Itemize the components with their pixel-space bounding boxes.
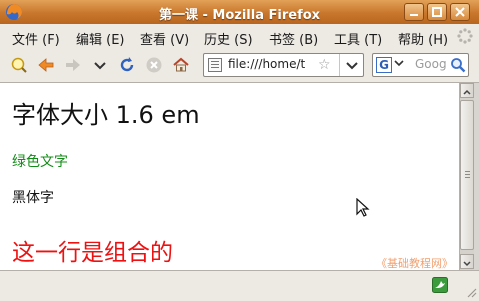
grip-line (465, 177, 470, 178)
maximize-button[interactable] (427, 3, 447, 21)
bookmark-star-icon[interactable] (10, 56, 28, 74)
search-icon[interactable] (450, 57, 466, 73)
status-bar (0, 270, 479, 301)
scroll-up-button[interactable] (460, 83, 474, 98)
menu-edit[interactable]: 编辑 (E) (76, 29, 125, 48)
chevron-down-icon (463, 261, 471, 267)
search-placeholder[interactable]: Goog (415, 57, 449, 71)
page-content: 字体大小 1.6 em 绿色文字 黑体字 这一行是组合的 《基础教程网》 (0, 83, 459, 270)
menu-view[interactable]: 查看 (V) (140, 29, 189, 48)
navigation-toolbar: file:///home/t ☆ G Goog (0, 48, 479, 83)
chevron-up-icon (463, 89, 471, 95)
scrollbar-thumb[interactable] (460, 100, 474, 250)
url-dropdown-button[interactable] (339, 54, 364, 76)
addon-status-icon[interactable] (432, 277, 448, 293)
vertical-scrollbar[interactable] (459, 83, 474, 270)
history-dropdown-icon[interactable] (91, 56, 109, 74)
google-engine-icon[interactable]: G (376, 57, 392, 73)
green-text: 绿色文字 (12, 154, 68, 170)
menu-bookmarks[interactable]: 书签 (B) (269, 29, 318, 48)
grip-line (465, 171, 470, 172)
forward-arrow-icon[interactable] (64, 56, 82, 74)
chevron-down-icon[interactable] (394, 60, 404, 68)
watermark: 《基础教程网》 (376, 257, 453, 270)
mouse-cursor-icon (356, 198, 370, 217)
title-bar: 第一课 - Mozilla Firefox (0, 0, 479, 25)
minimize-icon (410, 14, 418, 16)
bookmark-star-icon[interactable]: ☆ (318, 57, 331, 73)
search-bar[interactable]: G Goog (372, 53, 469, 77)
menu-help[interactable]: 帮助 (H) (398, 29, 448, 48)
throbber-icon (457, 28, 473, 44)
page-favicon-icon (208, 58, 222, 72)
page-heading: 字体大小 1.6 em (12, 101, 200, 129)
resize-grip-icon[interactable] (465, 286, 477, 298)
url-bar[interactable]: file:///home/t ☆ (203, 53, 364, 77)
maximize-icon (432, 7, 442, 17)
menu-file[interactable]: 文件 (F) (12, 29, 60, 48)
menu-history[interactable]: 历史 (S) (204, 29, 253, 48)
reload-icon[interactable] (118, 56, 136, 74)
red-text: 这一行是组合的 (12, 240, 173, 266)
minimize-button[interactable] (404, 3, 424, 21)
chevron-down-icon (346, 62, 358, 70)
scroll-down-button[interactable] (460, 254, 474, 269)
bold-text: 黑体字 (12, 190, 54, 206)
url-text[interactable]: file:///home/t (228, 57, 316, 71)
menu-tools[interactable]: 工具 (T) (334, 29, 382, 48)
menu-bar: 文件 (F) 编辑 (E) 查看 (V) 历史 (S) 书签 (B) 工具 (T… (0, 24, 479, 48)
back-arrow-icon[interactable] (37, 56, 55, 74)
grip-line (465, 174, 470, 175)
stop-icon[interactable] (145, 56, 163, 74)
home-icon[interactable] (172, 56, 190, 74)
close-icon (455, 7, 465, 17)
close-button[interactable] (450, 3, 470, 21)
